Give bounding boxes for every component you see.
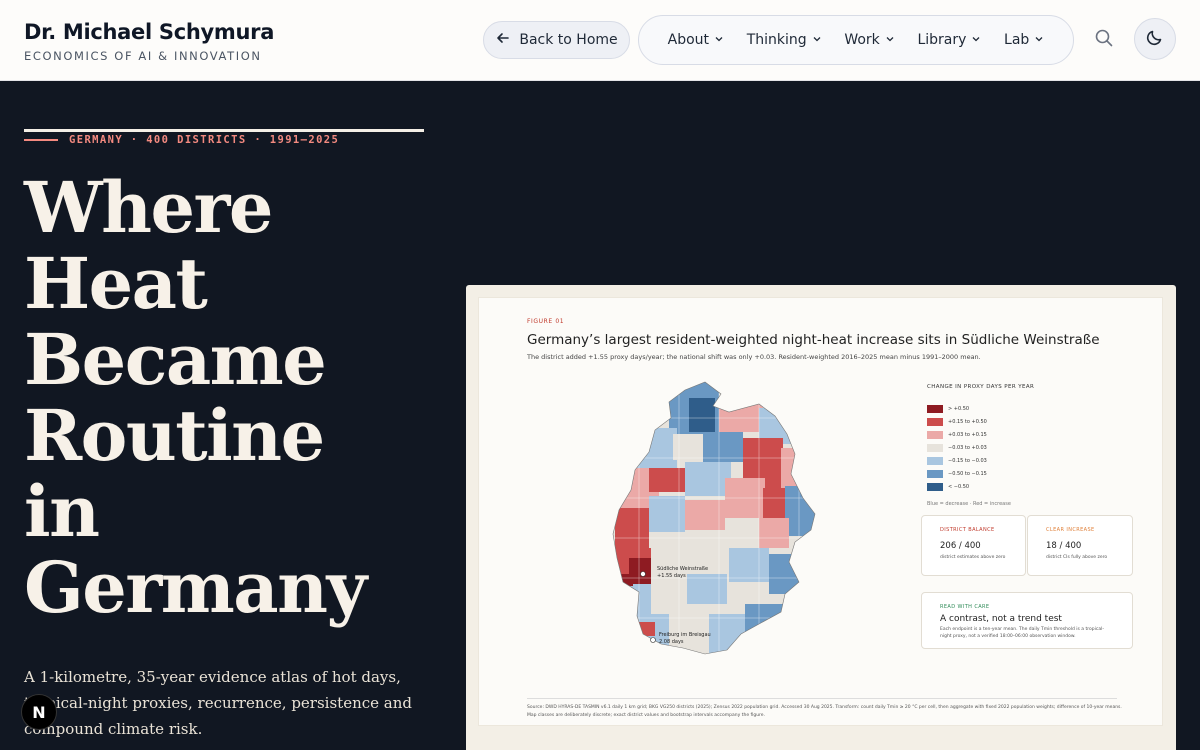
site-tagline: ECONOMICS OF AI & INNOVATION [24, 49, 262, 63]
chevron-down-icon [714, 32, 724, 48]
arrow-left-icon [495, 30, 511, 50]
legend-swatch [927, 430, 943, 439]
clear-increase-card: CLEAR INCREASE 18 / 400 district CIs ful… [1027, 515, 1133, 576]
search-icon [1094, 28, 1114, 52]
read-with-care-note: Each endpoint is a ten-year mean. The da… [940, 627, 1104, 639]
figure-title: Germany’s largest resident-weighted nigh… [527, 332, 1100, 348]
back-to-home-label: Back to Home [519, 32, 618, 48]
hero-title-line: Where [24, 166, 273, 249]
hero-title: Where Heat Became Routine in Germany [24, 170, 454, 626]
legend-swatch [927, 404, 943, 413]
nav-item-library[interactable]: Library [917, 32, 981, 48]
nav-label: Thinking [746, 32, 807, 48]
legend-item: +0.03 to +0.15 [927, 428, 987, 441]
hero-subtitle: A 1-kilometre, 35-year evidence atlas of… [24, 668, 412, 738]
legend-item: −0.50 to −0.15 [927, 467, 987, 480]
search-button[interactable] [1090, 26, 1118, 54]
hero-title-line: Routine [24, 394, 325, 477]
figure-card: FIGURE 01 Germany’s largest resident-wei… [466, 285, 1176, 750]
read-with-care-title: A contrast, not a trend test [940, 614, 1062, 624]
legend-label: +0.03 to +0.15 [948, 431, 987, 438]
map-callout-bottom-value: 2.08 days [659, 639, 684, 645]
figure-subtitle: The district added +1.55 proxy days/year… [527, 353, 981, 361]
clear-increase-note: district CIs fully above zero [1046, 555, 1108, 560]
highlight-marker-bottom [650, 637, 656, 643]
moon-icon [1145, 27, 1165, 51]
legend-label: > +0.50 [948, 405, 970, 412]
legend-swatch [927, 456, 943, 465]
map-legend: > +0.50 +0.15 to +0.50 +0.03 to +0.15 −0… [927, 402, 987, 493]
clear-increase-value: 18 / 400 [1046, 541, 1082, 551]
site-name[interactable]: Dr. Michael Schymura [24, 20, 274, 44]
hero-kicker: GERMANY · 400 DISTRICTS · 1991–2025 [69, 134, 340, 146]
nav-label: Lab [1004, 32, 1030, 48]
nav-item-thinking[interactable]: Thinking [747, 32, 822, 48]
legend-swatch [927, 443, 943, 452]
hero-title-line: in [24, 470, 100, 553]
hero-title-line: Heat [24, 242, 208, 325]
highlight-marker-top [640, 571, 646, 577]
theme-toggle-button[interactable] [1134, 18, 1176, 60]
legend-item: +0.15 to +0.50 [927, 415, 987, 428]
district-balance-value: 206 / 400 [940, 541, 981, 551]
legend-label: < −0.50 [948, 483, 970, 490]
hero-title-line: Germany [24, 546, 367, 629]
legend-label: +0.15 to +0.50 [948, 418, 987, 425]
source-divider [527, 698, 1117, 699]
nav-item-about[interactable]: About [668, 32, 724, 48]
figure-panel: FIGURE 01 Germany’s largest resident-wei… [478, 297, 1163, 726]
clear-increase-label: CLEAR INCREASE [1046, 527, 1095, 533]
legend-title: CHANGE IN PROXY DAYS PER YEAR [927, 384, 1035, 390]
legend-label: −0.03 to +0.03 [948, 444, 987, 451]
legend-swatch [927, 482, 943, 491]
nav-label: Work [844, 32, 880, 48]
chevron-down-icon [1034, 32, 1044, 48]
chevron-down-icon [885, 32, 895, 48]
legend-label: −0.15 to −0.03 [948, 457, 987, 464]
district-balance-card: DISTRICT BALANCE 206 / 400 district esti… [921, 515, 1026, 576]
read-with-care-label: READ WITH CARE [940, 604, 990, 610]
site-header: Dr. Michael Schymura ECONOMICS OF AI & I… [0, 0, 1200, 81]
chevron-down-icon [971, 32, 981, 48]
chevron-down-icon [812, 32, 822, 48]
main-nav: About Thinking Work Library Lab [638, 15, 1074, 65]
hero-divider [24, 129, 424, 132]
legend-item: < −0.50 [927, 480, 987, 493]
map-callout-bottom: Freiburg im Breisgau [659, 632, 711, 638]
legend-swatch [927, 417, 943, 426]
figure-source: Source: DWD HYRAS-DE TASMIN v6.1 daily 1… [527, 705, 1122, 718]
district-balance-note: district estimates above zero [940, 555, 1006, 560]
dev-tools-badge[interactable]: N [21, 694, 57, 730]
map-callout-top: Südliche Weinstraße [657, 566, 708, 572]
map-callout-top-value: +1.55 days [657, 573, 686, 579]
nav-label: About [667, 32, 710, 48]
legend-item: −0.15 to −0.03 [927, 454, 987, 467]
legend-note: Blue = decrease · Red = increase [927, 501, 1011, 507]
district-balance-label: DISTRICT BALANCE [940, 527, 995, 533]
legend-label: −0.50 to −0.15 [948, 470, 987, 477]
legend-item: −0.03 to +0.03 [927, 441, 987, 454]
back-to-home-button[interactable]: Back to Home [483, 21, 630, 59]
hero-title-line: Became [24, 318, 327, 401]
nav-label: Library [917, 32, 967, 48]
legend-swatch [927, 469, 943, 478]
nav-item-lab[interactable]: Lab [1004, 32, 1044, 48]
legend-item: > +0.50 [927, 402, 987, 415]
figure-label: FIGURE 01 [527, 318, 565, 325]
germany-district-map: Südliche Weinstraße +1.55 days Freiburg … [612, 381, 816, 655]
nav-item-work[interactable]: Work [844, 32, 894, 48]
read-with-care-card: READ WITH CARE A contrast, not a trend t… [921, 592, 1133, 649]
kicker-accent-line [24, 139, 58, 141]
